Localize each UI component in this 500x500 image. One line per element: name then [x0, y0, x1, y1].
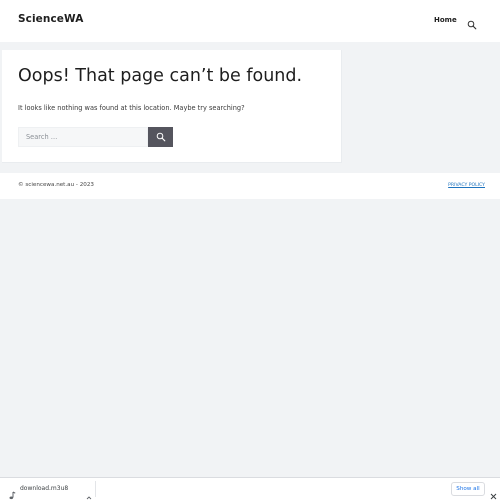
- site-footer: © sciencewa.net.au - 2023 PRIVACY POLICY: [0, 173, 500, 199]
- search-submit-button[interactable]: [148, 127, 173, 147]
- chevron-up-icon[interactable]: [86, 486, 92, 500]
- nav-home-link[interactable]: Home: [434, 16, 457, 24]
- page-title: Oops! That page can’t be found.: [18, 66, 303, 86]
- search-icon[interactable]: [467, 15, 477, 30]
- music-file-icon: [8, 485, 16, 500]
- privacy-policy-link[interactable]: PRIVACY POLICY: [448, 183, 485, 188]
- copyright-text: © sciencewa.net.au - 2023: [18, 182, 94, 188]
- not-found-message: It looks like nothing was found at this …: [18, 104, 245, 112]
- not-found-card: Oops! That page can’t be found. It looks…: [2, 50, 342, 163]
- show-all-downloads-button[interactable]: Show all: [451, 482, 485, 496]
- search-form: [18, 127, 178, 147]
- download-item[interactable]: download.m3u8: [4, 481, 96, 500]
- site-header: ScienceWA Home: [0, 0, 500, 42]
- page: ScienceWA Home Oops! That page can’t be …: [0, 0, 500, 500]
- close-icon[interactable]: [490, 485, 497, 500]
- search-input[interactable]: [18, 127, 148, 147]
- download-filename: download.m3u8: [20, 485, 69, 492]
- download-bar: download.m3u8 Show all: [0, 477, 500, 500]
- site-title-link[interactable]: ScienceWA: [18, 13, 83, 25]
- search-icon: [156, 132, 166, 142]
